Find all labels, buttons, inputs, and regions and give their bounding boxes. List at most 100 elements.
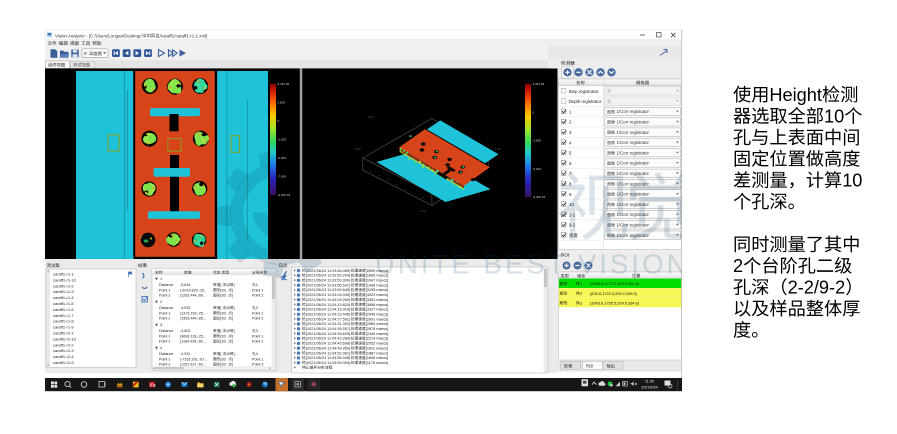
svg-text:caraff1-r2-2: caraff1-r2-2 xyxy=(53,342,74,347)
svg-text:1 mm: 1 mm xyxy=(355,148,361,151)
svg-text:caraff1-r1-8: caraff1-r1-8 xyxy=(53,319,74,324)
svg-text:-5,000: -5,000 xyxy=(278,156,287,160)
svg-text:]: ] xyxy=(234,352,235,356)
svg-text:(3903.8,1755.5,209.0,334.6): (3903.8,1755.5,209.0,334.6) xyxy=(590,300,640,305)
svg-text:-5,000: -5,000 xyxy=(533,167,542,171)
svg-text:]: ] xyxy=(232,294,233,298)
svg-text:1: 1 xyxy=(256,283,258,287)
svg-text:[1908 msecs]: [1908 msecs] xyxy=(366,283,389,287)
svg-text:[3D: [3D xyxy=(220,288,226,292)
svg-text:1/Corr registrator: 1/Corr registrator xyxy=(617,120,650,125)
svg-text:[2878 msecs]: [2878 msecs] xyxy=(366,327,389,331)
svg-text:caraff1-r2-1: caraff1-r2-1 xyxy=(53,331,74,336)
svg-text:(2021/06/24 11:03:46.489): (2021/06/24 11:03:46.489) xyxy=(306,269,351,273)
svg-text:11:05: 11:05 xyxy=(645,380,654,384)
svg-text:caraff1-r1-4: caraff1-r1-4 xyxy=(53,295,74,300)
svg-text:[2052 msecs]: [2052 msecs] xyxy=(366,342,389,346)
svg-text:Fz: Fz xyxy=(150,382,156,388)
svg-text:Point 1: Point 1 xyxy=(252,357,263,361)
svg-text:2021/6/24: 2021/6/24 xyxy=(641,385,657,389)
svg-text:[2214 msecs]: [2214 msecs] xyxy=(366,337,389,341)
svg-text:caraff1-r1-1: caraff1-r1-1 xyxy=(53,272,74,277)
svg-text:(2021/06/24 11:04:39.635): (2021/06/24 11:04:39.635) xyxy=(306,332,351,336)
svg-text:caraff1-r1-2: caraff1-r1-2 xyxy=(53,283,74,288)
svg-text:]: ] xyxy=(234,329,235,333)
svg-text:1/Corr registrator: 1/Corr registrator xyxy=(617,140,650,145)
svg-text:caraff1-r2-4: caraff1-r2-4 xyxy=(53,354,74,359)
svg-text:[1806 msecs]: [1806 msecs] xyxy=(366,356,389,360)
svg-text:[2965 msecs]: [2965 msecs] xyxy=(366,322,389,326)
svg-text:Point 2: Point 2 xyxy=(159,340,170,344)
svg-text:[3D: [3D xyxy=(220,311,226,315)
svg-text:(1262.444,-60...: (1262.444,-60... xyxy=(180,294,206,298)
svg-text:(2021/06/24 11:03:59.645): (2021/06/24 11:03:59.645) xyxy=(306,288,351,292)
svg-text:]: ] xyxy=(232,334,233,338)
svg-text:caraff1-r2-3: caraff1-r2-3 xyxy=(53,348,74,353)
svg-text:Height: Height xyxy=(769,85,822,105)
svg-text:1/Corr registrator: 1/Corr registrator xyxy=(617,130,650,135)
svg-text:[3D: [3D xyxy=(220,294,226,298)
svg-text:[2449 msecs]: [2449 msecs] xyxy=(366,332,389,336)
svg-text:]: ] xyxy=(232,317,233,321)
svg-text:[: [ xyxy=(220,283,221,287)
svg-text:caraff1-r1-10: caraff1-r1-10 xyxy=(53,277,77,282)
svg-text:[4029 msecs]: [4029 msecs] xyxy=(366,293,389,297)
svg-text:(2021/06/24 11:04:09.269): (2021/06/24 11:04:09.269) xyxy=(306,298,351,302)
svg-text:(1151.937,-63...: (1151.937,-63... xyxy=(180,363,206,367)
svg-text:(2021/06/24 11:04:27.591): (2021/06/24 11:04:27.591) xyxy=(306,317,351,321)
svg-text:Distance: Distance xyxy=(159,352,173,356)
svg-text:(2021/06/24 11:04:52.961): (2021/06/24 11:04:52.961) xyxy=(306,351,351,355)
svg-text:2: 2 xyxy=(160,300,162,304)
svg-text:1/Corr registrator: 1/Corr registrator xyxy=(617,150,650,155)
svg-text:4: 4 xyxy=(256,352,258,356)
svg-text:3: 3 xyxy=(256,329,258,333)
svg-text:Step registrator: Step registrator xyxy=(569,89,600,94)
svg-text:[1178 msecs]: [1178 msecs] xyxy=(366,361,388,365)
svg-text:1/Corr registrator: 1/Corr registrator xyxy=(617,109,650,114)
svg-text:2-2/9-2: 2-2/9-2 xyxy=(788,278,846,298)
svg-text:Point 1: Point 1 xyxy=(159,288,170,292)
svg-text:[3D: [3D xyxy=(220,363,226,367)
svg-text:caraff1-r2-5: caraff1-r2-5 xyxy=(53,360,74,365)
svg-text:(2021/06/24 11:04:49.950): (2021/06/24 11:04:49.950) xyxy=(306,346,351,350)
svg-text:(2021/06/24 11:04:18.918): (2021/06/24 11:04:18.918) xyxy=(306,308,351,312)
svg-text:(-6710.820,-25...: (-6710.820,-25... xyxy=(180,288,207,292)
svg-text:Point 2: Point 2 xyxy=(252,317,263,321)
svg-text:1 mm: 1 mm xyxy=(495,148,501,151)
svg-text:[2601 msecs]: [2601 msecs] xyxy=(366,317,389,321)
svg-text:[3D: [3D xyxy=(220,340,226,344)
svg-text:-5.834: -5.834 xyxy=(180,283,190,287)
svg-text:2: 2 xyxy=(733,256,743,276)
svg-text:]: ] xyxy=(232,340,233,344)
svg-text:]: ] xyxy=(232,363,233,367)
svg-text:(1953.444,-65...: (1953.444,-65... xyxy=(180,317,206,321)
svg-text:(2021/06/24 11:04:46.698): (2021/06/24 11:04:46.698) xyxy=(306,342,351,346)
svg-text:-9,200.63: -9,200.63 xyxy=(278,193,291,197)
svg-text:/caraff1/caraff1-r1-1.xml]: /caraff1/caraff1-r1-1.xml] xyxy=(160,33,208,38)
svg-text:caraff1-r1-5: caraff1-r1-5 xyxy=(53,301,74,306)
svg-text:(-7161.931,-67...: (-7161.931,-67... xyxy=(180,357,207,361)
svg-text:0:: 0: xyxy=(84,51,88,56)
svg-text:4: 4 xyxy=(160,346,162,350)
svg-text:(2021/06/24 11:04:31.392): (2021/06/24 11:04:31.392) xyxy=(306,322,351,326)
svg-text:Point 1: Point 1 xyxy=(252,288,263,292)
svg-text:(2021/06/24 11:04:04.040): (2021/06/24 11:04:04.040) xyxy=(306,293,351,297)
svg-text:1/Corr registrator: 1/Corr registrator xyxy=(617,161,650,166)
svg-text:Point 2: Point 2 xyxy=(159,294,170,298)
svg-text:[1811 msecs]: [1811 msecs] xyxy=(366,346,388,350)
svg-text:1 mm: 1 mm xyxy=(368,116,374,119)
svg-text:(2021/06/24 11:04:59.054): (2021/06/24 11:04:59.054) xyxy=(306,361,351,365)
svg-text:Point 1: Point 1 xyxy=(252,311,263,315)
svg-text:Point 1: Point 1 xyxy=(252,334,263,338)
svg-text:-2,500: -2,500 xyxy=(533,139,542,143)
svg-text:caraff1-r2-10: caraff1-r2-10 xyxy=(53,336,77,341)
svg-text:(2021/06/24 11:04:35.557): (2021/06/24 11:04:35.557) xyxy=(306,327,351,331)
svg-text:ROI: ROI xyxy=(586,364,593,369)
svg-text:(2021/06/24 11:04:13.820): (2021/06/24 11:04:13.820) xyxy=(306,303,351,307)
svg-text:caraff1-r1-7: caraff1-r1-7 xyxy=(53,313,74,318)
svg-text:]: ] xyxy=(234,283,235,287)
svg-text:(1373.153,-25...: (1373.153,-25... xyxy=(180,311,206,315)
svg-text:1 mm: 1 mm xyxy=(420,210,426,213)
svg-text:-7,500: -7,500 xyxy=(278,175,287,179)
svg-text:-2,500: -2,500 xyxy=(278,138,287,142)
